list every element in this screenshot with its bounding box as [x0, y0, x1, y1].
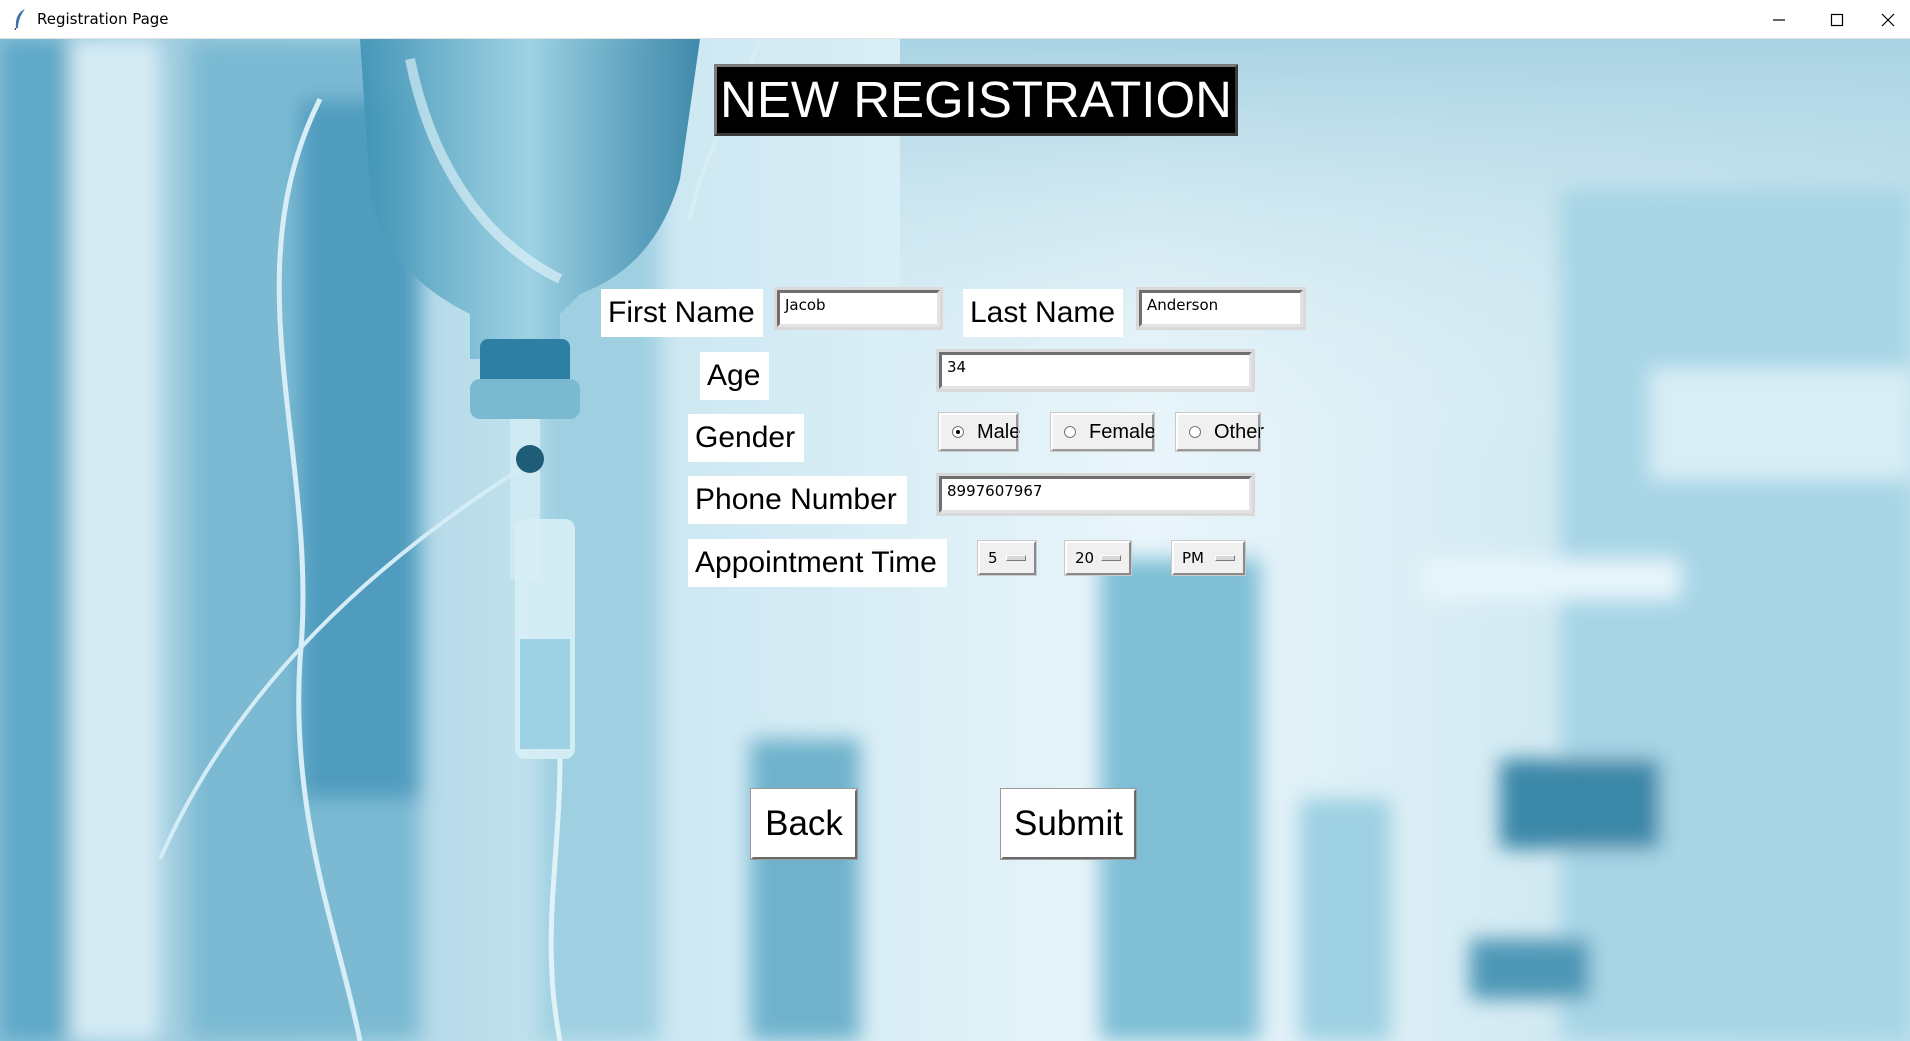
appointment-ampm-dropdown[interactable]: PM: [1171, 540, 1246, 576]
gender-radio-other[interactable]: Other: [1175, 412, 1264, 452]
close-icon: [1881, 13, 1895, 26]
age-input[interactable]: 34: [936, 349, 1255, 392]
gender-option-label: Other: [1214, 421, 1265, 443]
first-name-input[interactable]: Jacob: [774, 287, 943, 330]
dropdown-indicator-icon: [1101, 555, 1121, 561]
last-name-input[interactable]: Anderson: [1136, 287, 1306, 330]
dropdown-indicator-icon: [1215, 555, 1235, 561]
back-button[interactable]: Back: [750, 788, 858, 860]
appointment-hour-dropdown[interactable]: 5: [977, 540, 1037, 576]
age-label: Age: [700, 352, 769, 400]
phone-number-input[interactable]: 8997607967: [936, 473, 1255, 516]
minimize-icon: [1773, 18, 1785, 21]
gender-radio-male[interactable]: Male: [938, 412, 1021, 452]
page-heading: NEW REGISTRATION: [714, 64, 1238, 136]
gender-option-label: Male: [977, 421, 1021, 443]
phone-number-label: Phone Number: [688, 476, 907, 524]
radio-selected-icon: [952, 426, 964, 438]
gender-label: Gender: [688, 414, 804, 462]
last-name-label: Last Name: [963, 289, 1123, 337]
minimize-button[interactable]: [1750, 0, 1808, 39]
background-image: [0, 39, 1910, 1041]
appointment-ampm-value: PM: [1182, 549, 1204, 567]
appointment-time-label: Appointment Time: [688, 539, 947, 587]
close-button[interactable]: [1866, 0, 1910, 39]
window-title: Registration Page: [37, 10, 169, 28]
first-name-label: First Name: [601, 289, 763, 337]
maximize-button[interactable]: [1808, 0, 1866, 39]
appointment-minute-value: 20: [1075, 549, 1095, 567]
submit-button[interactable]: Submit: [1000, 788, 1137, 860]
dropdown-indicator-icon: [1006, 555, 1026, 561]
maximize-icon: [1830, 13, 1844, 26]
feather-icon: [14, 9, 25, 30]
appointment-hour-value: 5: [988, 549, 998, 567]
radio-unselected-icon: [1064, 426, 1076, 438]
gender-option-label: Female: [1089, 421, 1156, 443]
gender-radio-female[interactable]: Female: [1050, 412, 1156, 452]
radio-unselected-icon: [1189, 426, 1201, 438]
appointment-minute-dropdown[interactable]: 20: [1064, 540, 1132, 576]
window-titlebar: Registration Page: [0, 0, 1910, 39]
